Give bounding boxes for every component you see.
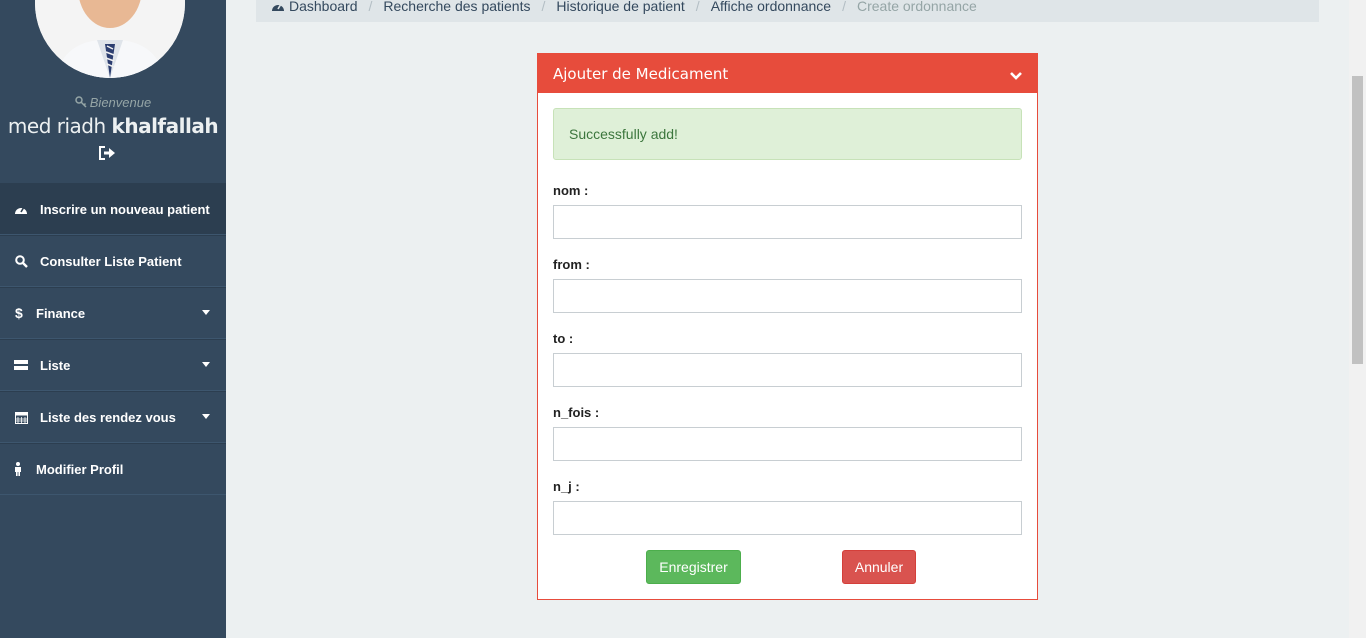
svg-text:$: $	[15, 306, 23, 320]
n-j-input[interactable]	[553, 501, 1022, 535]
n-fois-input[interactable]	[553, 427, 1022, 461]
caret-down-icon	[202, 362, 210, 367]
dollar-icon: $	[14, 306, 24, 320]
sidebar-nav: Inscrire un nouveau patient Consulter Li…	[0, 183, 226, 495]
person-icon	[14, 462, 22, 476]
logout-icon[interactable]	[98, 145, 116, 161]
n-j-label: n_j :	[553, 479, 580, 494]
scrollbar[interactable]	[1349, 0, 1366, 638]
sidebar-item-profile[interactable]: Modifier Profil	[0, 443, 226, 495]
sidebar-item-appointments[interactable]: Liste des rendez vous	[0, 391, 226, 443]
caret-down-icon	[202, 414, 210, 419]
welcome-label: Bienvenue	[89, 95, 152, 110]
breadcrumb-current: Create ordonnance	[856, 0, 977, 14]
sidebar-item-label: Liste	[40, 357, 71, 373]
alert-text: Successfully add!	[569, 126, 678, 142]
sidebar-item-new-patient[interactable]: Inscrire un nouveau patient	[0, 183, 226, 235]
success-alert: Successfully add!	[553, 108, 1022, 160]
breadcrumb-separator: /	[695, 0, 700, 14]
chevron-down-icon[interactable]	[1009, 67, 1023, 85]
sidebar-item-label: Modifier Profil	[36, 461, 124, 477]
breadcrumb: Dashboard / Recherche des patients / His…	[256, 0, 1319, 22]
key-icon	[75, 96, 87, 108]
from-input[interactable]	[553, 279, 1022, 313]
avatar	[35, 0, 185, 78]
sidebar-item-finance[interactable]: $ Finance	[0, 287, 226, 339]
sidebar-item-label: Consulter Liste Patient	[40, 253, 182, 269]
from-label: from :	[553, 257, 590, 272]
user-name: med riadh khalfallah	[0, 114, 226, 138]
sidebar-item-label: Liste des rendez vous	[40, 409, 176, 425]
breadcrumb-prescription[interactable]: Affiche ordonnance	[711, 0, 831, 14]
welcome-text: Bienvenue	[0, 95, 226, 110]
dashboard-icon	[14, 202, 28, 216]
caret-down-icon	[202, 310, 210, 315]
breadcrumb-separator: /	[842, 0, 846, 14]
breadcrumb-dashboard[interactable]: Dashboard	[271, 0, 358, 14]
search-icon	[14, 254, 28, 268]
breadcrumb-separator: /	[541, 0, 546, 14]
sidebar-item-label: Inscrire un nouveau patient	[40, 201, 210, 217]
n-fois-label: n_fois :	[553, 405, 600, 420]
add-medication-panel: Ajouter de Medicament Successfully add! …	[537, 53, 1038, 600]
breadcrumb-label: Dashboard	[289, 0, 358, 14]
sidebar-item-label: Finance	[36, 305, 86, 321]
user-last-name: khalfallah	[111, 114, 219, 138]
calendar-icon	[14, 410, 28, 424]
sidebar-item-patient-list[interactable]: Consulter Liste Patient	[0, 235, 226, 287]
breadcrumb-patient-history[interactable]: Historique de patient	[556, 0, 684, 14]
panel-header: Ajouter de Medicament	[538, 54, 1037, 93]
dashboard-icon	[272, 3, 284, 11]
nom-input[interactable]	[553, 205, 1022, 239]
nom-label: nom :	[553, 183, 589, 198]
list-icon	[14, 358, 28, 372]
breadcrumb-separator: /	[368, 0, 373, 14]
panel-title: Ajouter de Medicament	[553, 64, 729, 83]
to-label: to :	[553, 331, 574, 346]
sidebar-item-liste[interactable]: Liste	[0, 339, 226, 391]
cancel-button[interactable]: Annuler	[842, 550, 916, 584]
user-first-name: med riadh	[7, 114, 106, 138]
to-input[interactable]	[553, 353, 1022, 387]
sidebar: Bienvenue med riadh khalfallah Inscrire …	[0, 0, 226, 638]
breadcrumb-search-patients[interactable]: Recherche des patients	[383, 0, 530, 14]
scrollbar-thumb[interactable]	[1352, 76, 1363, 364]
save-button[interactable]: Enregistrer	[646, 550, 741, 584]
